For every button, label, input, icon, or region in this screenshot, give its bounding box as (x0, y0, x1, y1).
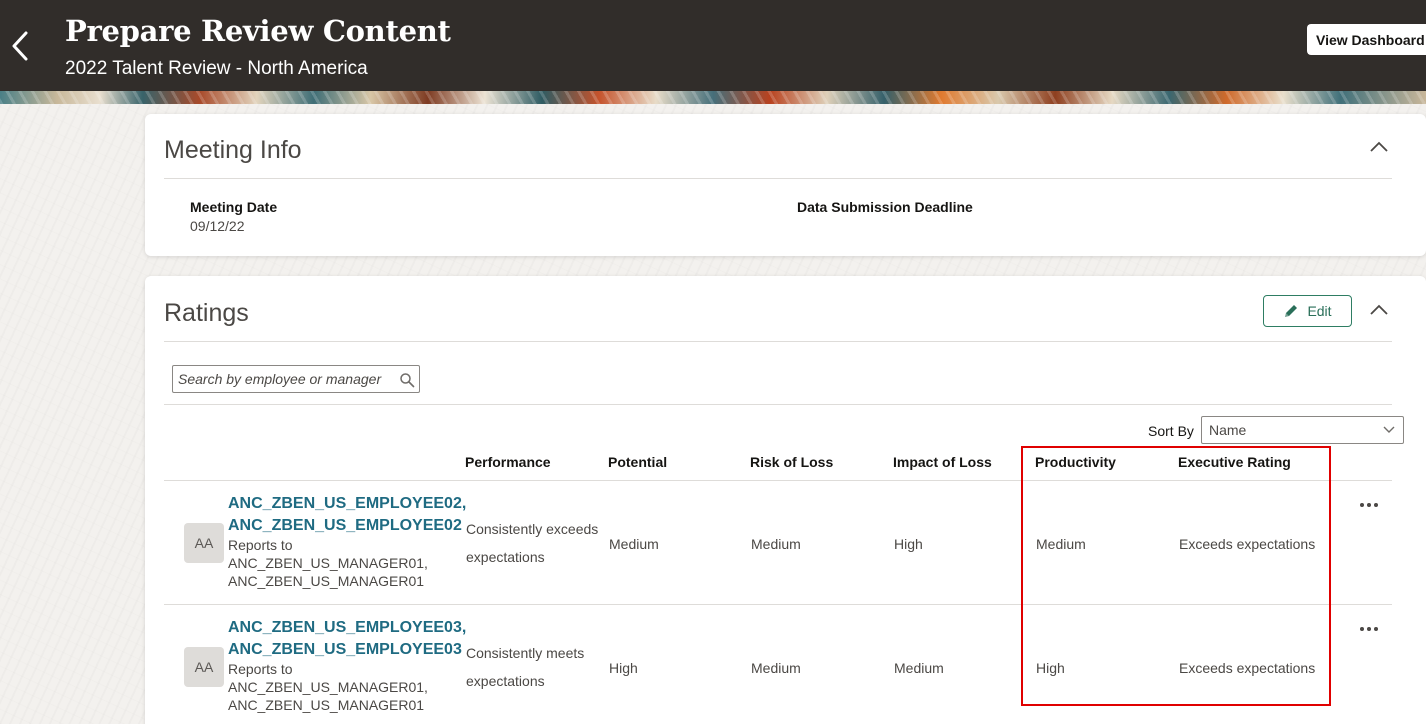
meeting-date-label: Meeting Date (190, 199, 278, 215)
risk-of-loss-cell: Medium (751, 536, 801, 552)
productivity-cell: Medium (1036, 536, 1086, 552)
view-dashboard-button[interactable]: View Dashboard (1307, 24, 1426, 55)
column-header-risk-of-loss[interactable]: Risk of Loss (750, 454, 833, 470)
executive-rating-cell: Exceeds expectations (1179, 660, 1316, 676)
edit-button[interactable]: Edit (1263, 295, 1352, 327)
impact-of-loss-cell: Medium (894, 660, 944, 676)
back-button[interactable] (6, 26, 34, 66)
collapse-meeting-info-icon[interactable] (1369, 141, 1389, 153)
risk-of-loss-cell: Medium (751, 660, 801, 676)
data-submission-deadline-label: Data Submission Deadline (797, 199, 973, 215)
ratings-divider-search (164, 404, 1392, 405)
employee-name-link[interactable]: ANC_ZBEN_US_EMPLOYEE03, ANC_ZBEN_US_EMPL… (228, 617, 466, 661)
collapse-ratings-icon[interactable] (1369, 304, 1389, 316)
meeting-info-title: Meeting Info (164, 136, 302, 164)
sort-by-label: Sort By (1148, 423, 1194, 439)
more-options-icon[interactable] (1359, 624, 1379, 634)
header-banner-pattern (0, 91, 1426, 104)
column-header-productivity[interactable]: Productivity (1035, 454, 1116, 470)
page-subtitle: 2022 Talent Review - North America (65, 58, 368, 79)
column-header-potential[interactable]: Potential (608, 454, 667, 470)
ratings-title: Ratings (164, 299, 249, 327)
sort-by-select[interactable]: Name (1201, 416, 1404, 444)
chevron-down-icon (1383, 426, 1395, 433)
meeting-info-card: Meeting Info Meeting Date 09/12/22 Data … (145, 114, 1426, 256)
employee-name-link[interactable]: ANC_ZBEN_US_EMPLOYEE02, ANC_ZBEN_US_EMPL… (228, 493, 466, 537)
page-header: Prepare Review Content 2022 Talent Revie… (0, 0, 1426, 91)
page-title: Prepare Review Content (65, 14, 451, 48)
potential-cell: High (609, 660, 638, 676)
executive-rating-cell: Exceeds expectations (1179, 536, 1316, 552)
chevron-left-icon (12, 31, 28, 61)
ratings-card: Ratings Edit Sort By Name Performance Po… (145, 276, 1426, 724)
performance-cell: Consistently meets expectations (466, 645, 585, 689)
potential-cell: Medium (609, 536, 659, 552)
meeting-info-divider (164, 178, 1392, 179)
ratings-divider-top (164, 341, 1392, 342)
edit-button-label: Edit (1307, 303, 1332, 319)
reports-to-text: Reports to ANC_ZBEN_US_MANAGER01, ANC_ZB… (228, 661, 428, 713)
pencil-icon (1285, 305, 1298, 317)
table-row: AA ANC_ZBEN_US_EMPLOYEE02, ANC_ZBEN_US_E… (145, 481, 1426, 605)
search-box (172, 365, 420, 393)
avatar: AA (184, 647, 224, 687)
productivity-cell: High (1036, 660, 1065, 676)
column-header-performance[interactable]: Performance (465, 454, 551, 470)
search-icon[interactable] (399, 372, 415, 388)
avatar: AA (184, 523, 224, 563)
performance-cell: Consistently exceeds expectations (466, 521, 599, 565)
more-options-icon[interactable] (1359, 500, 1379, 510)
table-row: AA ANC_ZBEN_US_EMPLOYEE03, ANC_ZBEN_US_E… (145, 605, 1426, 724)
column-header-impact-of-loss[interactable]: Impact of Loss (893, 454, 992, 470)
impact-of-loss-cell: High (894, 536, 923, 552)
search-input[interactable] (173, 366, 395, 392)
sort-by-value: Name (1209, 422, 1247, 438)
meeting-date-value: 09/12/22 (190, 218, 245, 234)
reports-to-text: Reports to ANC_ZBEN_US_MANAGER01, ANC_ZB… (228, 537, 428, 589)
column-header-executive-rating[interactable]: Executive Rating (1178, 454, 1291, 470)
